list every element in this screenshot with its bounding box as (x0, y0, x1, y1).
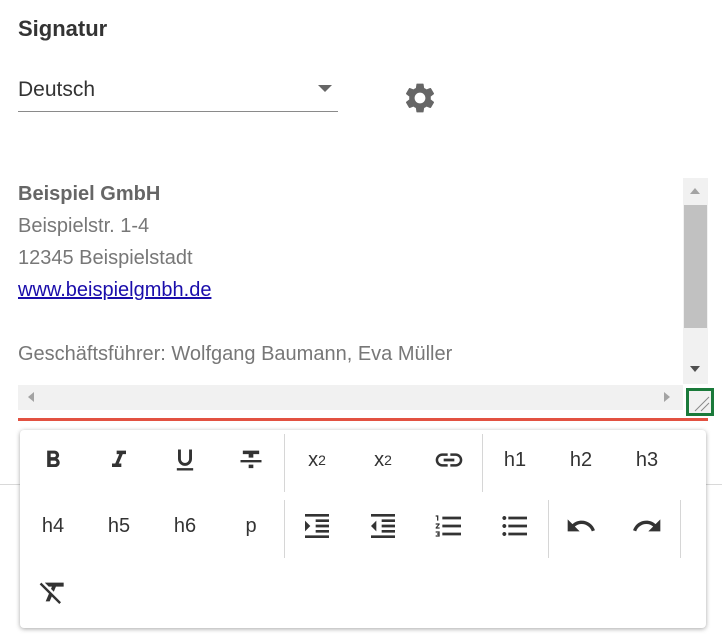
subscript-index: 2 (318, 452, 326, 468)
heading-5-button[interactable]: h5 (94, 501, 144, 551)
heading-6-button[interactable]: h6 (160, 501, 210, 551)
signature-settings: Signatur Deutsch Beispiel GmbH Beispiels… (0, 0, 722, 644)
paragraph-button[interactable]: p (226, 501, 276, 551)
undo-button[interactable] (556, 501, 606, 551)
clear-format-button[interactable] (28, 567, 78, 617)
italic-icon (112, 450, 126, 467)
heading-4-button[interactable]: h4 (28, 501, 78, 551)
ordered-list-button[interactable] (424, 501, 474, 551)
signature-editor[interactable]: Beispiel GmbH Beispielstr. 1-4 12345 Bei… (18, 178, 708, 410)
unordered-list-button[interactable] (490, 501, 540, 551)
bold-button[interactable] (28, 435, 78, 485)
resize-handle[interactable] (686, 388, 714, 416)
toolbar-separator (482, 434, 483, 492)
superscript-label: x (374, 448, 385, 471)
subscript-label: x (308, 448, 319, 471)
language-select-value: Deutsch (18, 78, 96, 101)
heading-2-button[interactable]: h2 (556, 435, 606, 485)
chevron-down-icon (318, 85, 332, 92)
horizontal-scrollbar[interactable] (18, 385, 683, 410)
superscript-index: 2 (384, 452, 392, 468)
underline-button[interactable] (160, 435, 210, 485)
link-button[interactable] (424, 435, 474, 485)
strikethrough-icon (240, 450, 262, 469)
italic-button[interactable] (94, 435, 144, 485)
toolbar-separator (284, 500, 285, 558)
gear-icon[interactable] (402, 80, 438, 116)
unordered-list-icon (502, 516, 527, 536)
redo-icon (633, 519, 661, 532)
link-icon (435, 453, 463, 467)
scroll-left-icon[interactable] (28, 392, 34, 402)
heading-1-button[interactable]: h1 (490, 435, 540, 485)
formatting-toolbar: x2 x2 h1 h2 h3 h4 h5 h6 p (20, 430, 706, 628)
clear-format-icon (39, 582, 64, 604)
signature-city: 12345 Beispielstadt (18, 247, 193, 269)
toolbar-separator (548, 500, 549, 558)
scroll-up-icon[interactable] (690, 188, 700, 194)
heading-3-button[interactable]: h3 (622, 435, 672, 485)
bold-icon (47, 450, 60, 467)
language-select[interactable]: Deutsch (18, 74, 338, 112)
outdent-button[interactable] (358, 501, 408, 551)
vertical-scrollbar[interactable] (683, 178, 708, 384)
indent-button[interactable] (292, 501, 342, 551)
signature-managers: Geschäftsführer: Wolfgang Baumann, Eva M… (18, 343, 453, 365)
resize-grip-icon (694, 396, 710, 412)
editor-focus-underline (18, 418, 708, 421)
section-title: Signatur (18, 16, 108, 41)
ordered-list-icon (435, 515, 461, 537)
superscript-button[interactable]: x2 (358, 435, 408, 485)
indent-icon (305, 514, 329, 538)
vertical-scroll-thumb[interactable] (684, 205, 707, 328)
scroll-right-icon[interactable] (664, 392, 670, 402)
scroll-down-icon[interactable] (690, 366, 700, 372)
toolbar-separator (680, 500, 681, 558)
undo-icon (567, 519, 595, 532)
strikethrough-button[interactable] (226, 435, 276, 485)
signature-street: Beispielstr. 1-4 (18, 215, 150, 237)
redo-button[interactable] (622, 501, 672, 551)
underline-icon (176, 449, 194, 471)
editor-content[interactable]: Beispiel GmbH Beispielstr. 1-4 12345 Bei… (18, 178, 680, 384)
toolbar-separator (284, 434, 285, 492)
subscript-button[interactable]: x2 (292, 435, 342, 485)
signature-website-link[interactable]: www.beispielgmbh.de (18, 279, 211, 301)
outdent-icon (371, 514, 395, 538)
signature-company: Beispiel GmbH (18, 183, 161, 205)
